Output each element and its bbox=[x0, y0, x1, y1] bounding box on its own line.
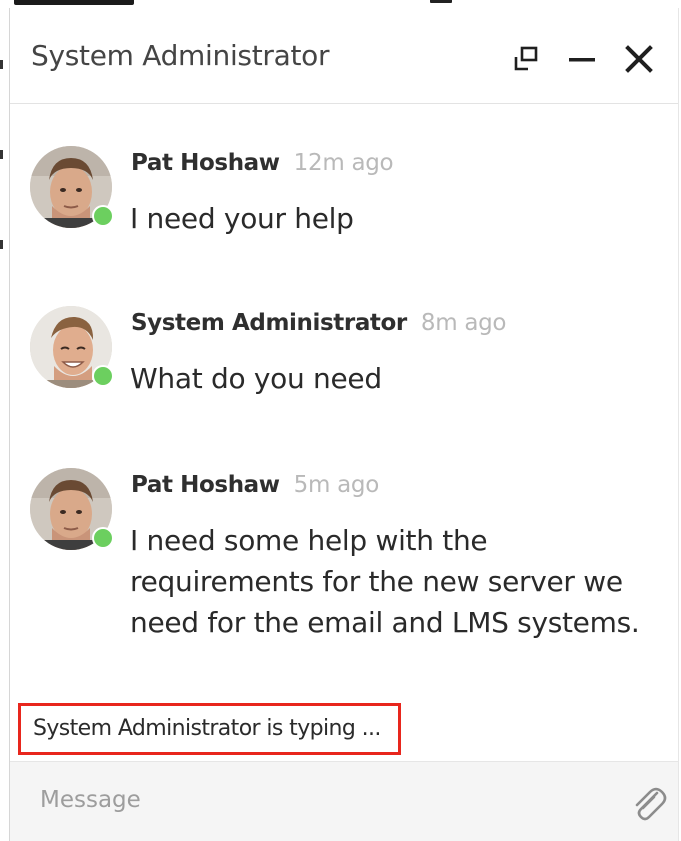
attach-button[interactable] bbox=[628, 784, 668, 824]
message-author: System Administrator bbox=[131, 310, 407, 336]
message-input[interactable] bbox=[28, 776, 608, 824]
popout-icon bbox=[514, 46, 538, 71]
message-meta: Pat Hoshaw 5m ago bbox=[131, 472, 379, 498]
message-timestamp: 8m ago bbox=[420, 310, 507, 336]
minimize-icon bbox=[569, 58, 595, 62]
message-line: I need some help with the bbox=[130, 524, 488, 557]
message-line: requirements for the new server we bbox=[130, 565, 623, 598]
cropped-underline-fragment bbox=[430, 0, 452, 3]
close-button[interactable] bbox=[624, 44, 654, 74]
paperclip-icon bbox=[635, 787, 667, 821]
message-line: What do you need bbox=[130, 362, 382, 395]
message-author: Pat Hoshaw bbox=[131, 472, 280, 498]
chat-title: System Administrator bbox=[31, 39, 330, 72]
typing-indicator-highlight: System Administrator is typing ... bbox=[18, 703, 401, 755]
message-line: I need your help bbox=[130, 202, 354, 235]
background-text-fragment bbox=[0, 60, 3, 69]
message-timestamp: 5m ago bbox=[293, 472, 380, 498]
background-text-fragment bbox=[0, 240, 3, 249]
message-timestamp: 12m ago bbox=[293, 150, 394, 176]
cropped-page-content bbox=[0, 0, 681, 8]
page: System Administrator Pat Hoshaw 12m ago … bbox=[0, 0, 681, 841]
message-text: I need some help with the requirements f… bbox=[130, 520, 650, 643]
typing-indicator: System Administrator is typing ... bbox=[33, 716, 381, 741]
message-author: Pat Hoshaw bbox=[131, 150, 280, 176]
message-meta: Pat Hoshaw 12m ago bbox=[131, 150, 394, 176]
message-line: need for the email and LMS systems. bbox=[130, 606, 640, 639]
minimize-button[interactable] bbox=[567, 44, 597, 74]
online-status-indicator bbox=[92, 205, 114, 227]
cropped-heading-fragment bbox=[14, 0, 134, 5]
message-composer bbox=[10, 761, 678, 841]
message-meta: System Administrator 8m ago bbox=[131, 310, 507, 336]
online-status-indicator bbox=[92, 365, 114, 387]
chat-header: System Administrator bbox=[10, 8, 678, 104]
background-text-fragment bbox=[0, 150, 3, 159]
close-icon bbox=[625, 45, 653, 73]
window-right-border bbox=[678, 8, 679, 841]
online-status-indicator bbox=[92, 527, 114, 549]
popout-button[interactable] bbox=[511, 44, 541, 74]
message-text: What do you need bbox=[130, 358, 650, 399]
message-text: I need your help bbox=[130, 198, 650, 239]
chat-window: System Administrator Pat Hoshaw 12m ago … bbox=[10, 8, 678, 841]
